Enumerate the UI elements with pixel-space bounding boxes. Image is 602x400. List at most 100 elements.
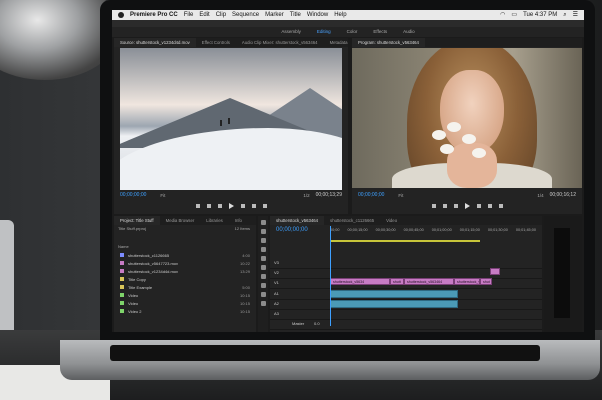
- source-timecode[interactable]: 00;00;00;00: [120, 192, 146, 198]
- menu-file[interactable]: File: [184, 10, 194, 20]
- menu-clip[interactable]: Clip: [216, 10, 226, 20]
- mark-out-icon[interactable]: [206, 204, 211, 208]
- master-value[interactable]: 0.0: [314, 321, 320, 326]
- pen-tool-icon[interactable]: [260, 283, 266, 288]
- rate-stretch-tool-icon[interactable]: [260, 256, 266, 261]
- workspace-effects[interactable]: Effects: [373, 27, 387, 37]
- menu-marker[interactable]: Marker: [265, 10, 284, 20]
- slip-tool-icon[interactable]: [260, 274, 266, 279]
- program-timecode[interactable]: 00;00;00;00: [358, 192, 384, 198]
- audio-clip[interactable]: [330, 300, 458, 308]
- tab-sequence-1[interactable]: shutterstock_v563464: [270, 216, 325, 225]
- label-color-swatch[interactable]: [120, 277, 124, 281]
- label-color-swatch[interactable]: [120, 269, 124, 273]
- timeline-clip[interactable]: shutterstock_v563464: [404, 278, 454, 285]
- program-resolution-select[interactable]: 1/4: [537, 193, 543, 198]
- menu-help[interactable]: Help: [334, 10, 346, 20]
- tab-libraries[interactable]: Libraries: [200, 216, 228, 225]
- project-item[interactable]: shutterstock_v5647723.mov 10:22: [114, 259, 256, 267]
- lift-icon[interactable]: [487, 204, 492, 208]
- extract-icon[interactable]: [498, 204, 503, 208]
- clock[interactable]: Tue 4:37 PM: [523, 10, 557, 20]
- timeline-clip[interactable]: [490, 268, 500, 275]
- track-master[interactable]: Master 0.0: [270, 319, 542, 330]
- project-item[interactable]: Video 2 10:15: [114, 307, 256, 315]
- program-video-frame[interactable]: [352, 48, 582, 188]
- project-item[interactable]: Video 10:15: [114, 291, 256, 299]
- play-icon[interactable]: [228, 203, 234, 209]
- step-forward-icon[interactable]: [240, 204, 245, 208]
- workspace-color[interactable]: Color: [347, 27, 358, 37]
- workspace-editing[interactable]: Editing: [317, 27, 331, 37]
- time-ruler[interactable]: 00;00 00;00;15;00 00;00;30;00 00;00;45;0…: [330, 228, 536, 238]
- label-color-swatch[interactable]: [120, 301, 124, 305]
- workspace-audio[interactable]: Audio: [403, 27, 415, 37]
- source-resolution-select[interactable]: 1/2: [303, 193, 309, 198]
- mark-in-icon[interactable]: [431, 204, 436, 208]
- wifi-icon[interactable]: ◠: [500, 10, 505, 20]
- menu-sequence[interactable]: Sequence: [232, 10, 259, 20]
- ruler-tick: 00;00: [330, 228, 340, 232]
- project-item[interactable]: shutterstock_v1234d4d.mov 13:29: [114, 267, 256, 275]
- project-item[interactable]: shutterstock_c1126665 4:00: [114, 251, 256, 259]
- apple-icon[interactable]: [118, 12, 124, 18]
- tab-program[interactable]: Program: shutterstock_v563464: [352, 38, 425, 47]
- project-item[interactable]: Title Copy: [114, 275, 256, 283]
- mark-out-icon[interactable]: [442, 204, 447, 208]
- tab-source[interactable]: Source: shutterstock_v1234d4d.mov: [114, 38, 196, 47]
- tab-metadata[interactable]: Metadata: [324, 38, 354, 47]
- step-back-icon[interactable]: [217, 204, 222, 208]
- timeline-timecode[interactable]: 00;00;00;00: [276, 227, 308, 233]
- tab-sequence-3[interactable]: Video: [380, 216, 403, 225]
- overwrite-icon[interactable]: [262, 204, 267, 208]
- step-forward-icon[interactable]: [476, 204, 481, 208]
- hand-tool-icon[interactable]: [260, 292, 266, 297]
- column-header-name[interactable]: Name: [114, 243, 256, 251]
- ripple-edit-tool-icon[interactable]: [260, 238, 266, 243]
- search-icon[interactable]: ⌕: [563, 10, 566, 20]
- menu-edit[interactable]: Edit: [199, 10, 209, 20]
- tab-audio-clip-mixer[interactable]: Audio Clip Mixer: shutterstock_v563464: [236, 38, 324, 47]
- audio-clip[interactable]: [330, 290, 458, 298]
- label-color-swatch[interactable]: [120, 293, 124, 297]
- rolling-edit-tool-icon[interactable]: [260, 247, 266, 252]
- list-icon[interactable]: ☰: [573, 10, 578, 20]
- menu-window[interactable]: Window: [307, 10, 328, 20]
- track-v1[interactable]: V1 shutterstock_v5634 shutt shutterstock…: [270, 278, 542, 289]
- selection-tool-icon[interactable]: [260, 220, 266, 225]
- project-search[interactable]: [114, 233, 256, 243]
- program-fit-select[interactable]: Fit: [398, 193, 403, 198]
- tab-sequence-2[interactable]: shutterstock_c1126665: [324, 216, 380, 225]
- razor-tool-icon[interactable]: [260, 265, 266, 270]
- mark-in-icon[interactable]: [195, 204, 200, 208]
- project-item-name: shutterstock_v1234d4d.mov: [128, 268, 179, 274]
- zoom-tool-icon[interactable]: [260, 301, 266, 306]
- work-area-bar[interactable]: [330, 240, 480, 242]
- project-item-name: shutterstock_c1126665: [128, 252, 170, 258]
- timeline-clip[interactable]: shutterstock_v5634: [330, 278, 390, 285]
- tab-project[interactable]: Project: Title Stuff: [114, 216, 160, 225]
- timeline-clip[interactable]: shut: [480, 278, 492, 285]
- step-back-icon[interactable]: [453, 204, 458, 208]
- insert-icon[interactable]: [251, 204, 256, 208]
- label-color-swatch[interactable]: [120, 285, 124, 289]
- label-color-swatch[interactable]: [120, 261, 124, 265]
- source-video-frame[interactable]: [120, 48, 342, 190]
- tab-media-browser[interactable]: Media Browser: [160, 216, 201, 225]
- play-icon[interactable]: [464, 203, 470, 209]
- app-name[interactable]: Premiere Pro CC: [130, 10, 178, 20]
- tab-info[interactable]: Info: [229, 216, 248, 225]
- track-select-tool-icon[interactable]: [260, 229, 266, 234]
- menu-title[interactable]: Title: [290, 10, 301, 20]
- project-item[interactable]: Video 10:15: [114, 299, 256, 307]
- timeline-clip[interactable]: shutterstock_v5634: [454, 278, 480, 285]
- project-item[interactable]: Title Example 5:00: [114, 283, 256, 291]
- playhead[interactable]: [330, 226, 331, 326]
- label-color-swatch[interactable]: [120, 253, 124, 257]
- workspace-assembly[interactable]: Assembly: [281, 27, 301, 37]
- tab-effect-controls[interactable]: Effect Controls: [196, 38, 236, 47]
- battery-icon[interactable]: ▭: [511, 10, 517, 20]
- source-fit-select[interactable]: Fit: [160, 193, 165, 198]
- timeline-clip[interactable]: shutt: [390, 278, 404, 285]
- label-color-swatch[interactable]: [120, 309, 124, 313]
